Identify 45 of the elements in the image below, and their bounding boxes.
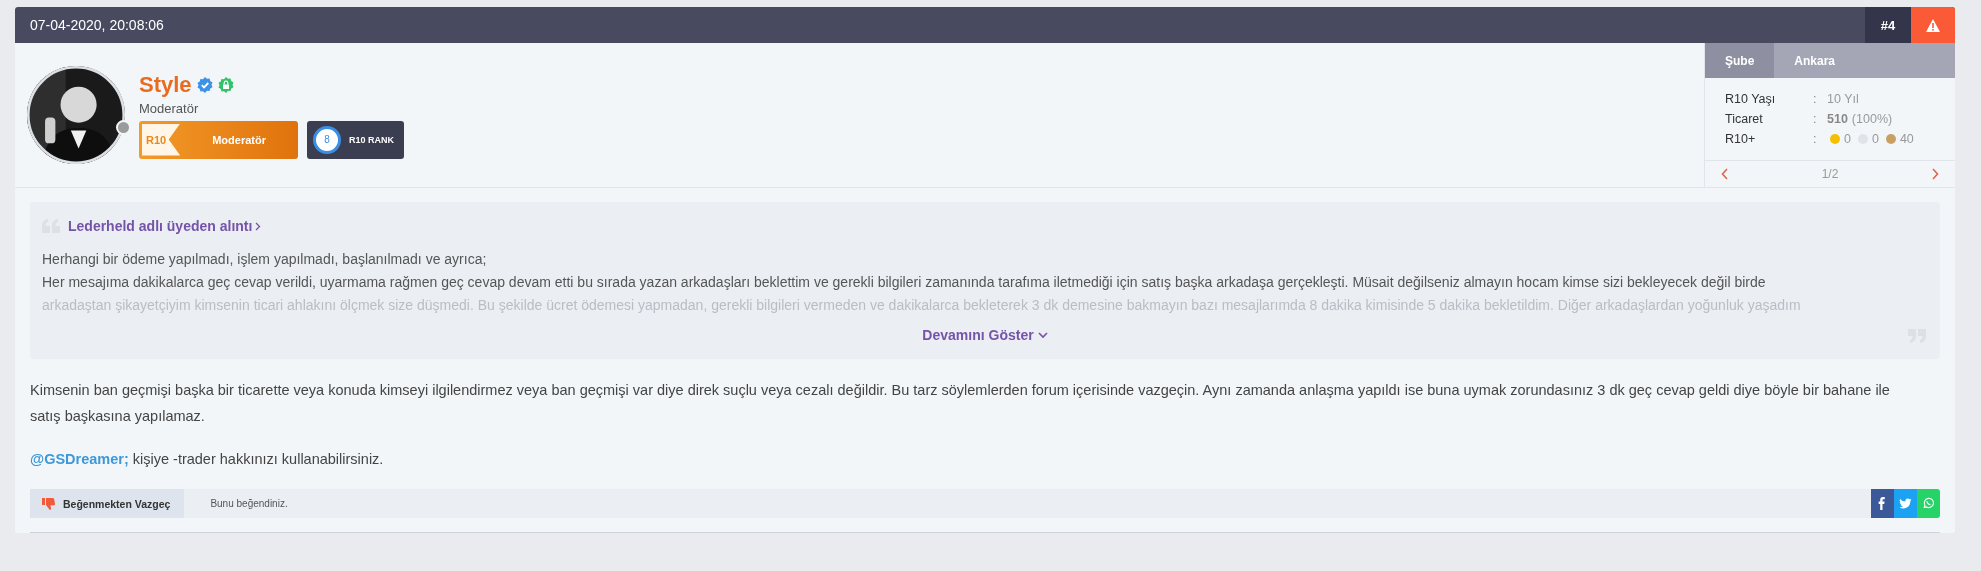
thumbs-down-icon <box>42 497 55 510</box>
twitter-icon <box>1899 497 1912 510</box>
trade-percent: (100%) <box>1851 112 1893 126</box>
stat-separator: : <box>1813 132 1818 146</box>
lock-icon <box>217 76 234 93</box>
medal-count: 40 <box>1899 132 1914 146</box>
badge-label: Moderatör <box>211 133 267 146</box>
badge-prefix: R10 <box>142 123 181 156</box>
quote-text: Her mesajıma dakikalarca geç cevap verildi, uyarmama rağmen geç cevap devam etti bu sırada yazan arkadaşları beklettim ve gerekli bilgileri zamanında tarafıma iletmediği için satış başka arkadaşa gerçekleşti. Müsait değilseniz almayın hocam kimse sizi bekleyecek değil birde <box>42 273 1767 292</box>
stat-label: R10+ <box>1725 132 1757 146</box>
stat-separator: : <box>1813 92 1818 106</box>
stat-value: 10 Yıl <box>1827 92 1860 106</box>
user-role: Moderatör <box>139 100 200 116</box>
show-more-button[interactable]: Devamını Göster <box>916 326 1054 344</box>
medal-count: 0 <box>1871 132 1879 146</box>
medal-count: 0 <box>1844 132 1851 146</box>
post-text: kişiye -trader hakkınızı kullanabilirsiniz. <box>132 451 384 467</box>
chevron-right-icon <box>255 221 262 231</box>
like-status: Bunu beğendiniz. <box>210 498 289 509</box>
post-text: Kimsenin ban geçmişi başka bir ticarette veya konuda kimseyi ilgilendirmez veya ban geçmişi var diye direk suçlu veya cezalı değildir. Bu tarz söylemlerden forum içerisinde vazgeçin. Aynı zamanda anlaşma yapıldı ise buna uymak zorundasınız 3 dk geç cevap geldi diye böyle bir bahane ile satış başkasına yapılamaz. <box>30 381 1891 426</box>
username[interactable]: Style <box>139 71 192 98</box>
trade-count: 510 <box>1827 112 1848 126</box>
verified-icon <box>196 76 213 93</box>
warning-icon <box>1926 18 1940 32</box>
post-number: #4 <box>1865 7 1911 43</box>
quote-source-link[interactable]: Lederheld adlı üyeden alıntı <box>68 218 262 234</box>
quote-text: Herhangi bir ödeme yapılmadı, işlem yapılmadı, başlanılmadı ve ayrıca; <box>42 250 488 269</box>
info-tab[interactable]: Şube <box>1705 43 1775 78</box>
user-mention-link[interactable]: @GSDreamer; <box>30 451 129 467</box>
next-button[interactable] <box>1931 168 1939 180</box>
stat-label: Ticaret <box>1725 112 1764 126</box>
rank-label: R10 RANK <box>349 134 394 145</box>
post-date: 07-04-2020, 20:08:06 <box>29 16 165 35</box>
stat-label: R10 Yaşı <box>1725 92 1777 106</box>
info-tab[interactable]: Ankara <box>1774 43 1856 78</box>
rank-level: 8 <box>313 125 341 154</box>
unlike-button[interactable]: Beğenmekten Vazgeç <box>30 489 185 518</box>
chevron-down-icon <box>1037 331 1048 339</box>
previous-button[interactable] <box>1721 168 1729 180</box>
page-indicator: 1/2 <box>1821 167 1839 181</box>
whatsapp-icon <box>1922 497 1935 510</box>
share-button[interactable] <box>1871 489 1894 518</box>
stat-separator: : <box>1813 112 1818 126</box>
share-button[interactable] <box>1894 489 1917 518</box>
report-button[interactable] <box>1911 7 1955 43</box>
